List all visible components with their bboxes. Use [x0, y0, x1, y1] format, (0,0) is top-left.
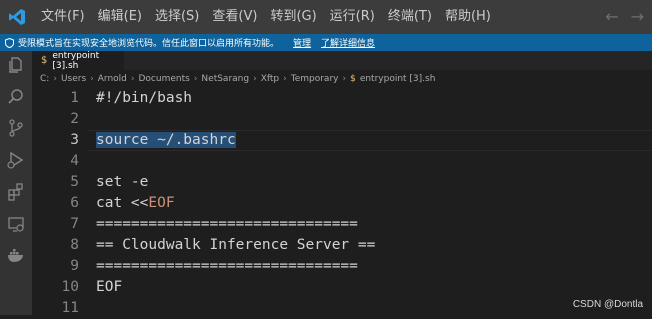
vscode-logo-icon	[0, 0, 34, 34]
run-debug-icon[interactable]	[6, 150, 26, 170]
restricted-mode-banner: 受限模式旨在实现安全地浏览代码。信任此窗口以启用所有功能。 管理 了解详细信息	[0, 34, 652, 51]
forward-arrow-icon[interactable]: →	[631, 0, 644, 34]
menu-edit[interactable]: 编辑(E)	[91, 0, 148, 34]
banner-message: 受限模式旨在实现安全地浏览代码。信任此窗口以启用所有功能。	[18, 39, 280, 49]
code-line: 10 EOF	[32, 277, 652, 298]
menu-go[interactable]: 转到(G)	[263, 0, 322, 34]
chevron-right-icon: ›	[342, 74, 347, 84]
code-line: 7 ==============================	[32, 214, 652, 235]
code-line: 4	[32, 151, 652, 172]
line-number: 10	[61, 279, 79, 295]
line-number: 1	[70, 90, 79, 106]
menu-terminal[interactable]: 终端(T)	[381, 0, 438, 34]
line-text: cat <<EOF	[96, 193, 175, 214]
source-control-icon[interactable]	[6, 118, 26, 138]
shell-file-icon: $	[350, 74, 356, 84]
code-token: cat <<	[96, 195, 149, 211]
menu-view[interactable]: 查看(V)	[205, 0, 263, 34]
shell-file-icon: $	[41, 55, 48, 66]
line-number: 8	[70, 237, 79, 253]
search-icon[interactable]	[6, 87, 26, 107]
manage-link[interactable]: 管理	[293, 36, 311, 49]
line-text: set -e	[96, 174, 149, 190]
code-editor[interactable]: 1 #!/bin/bash 2 3 source ~/.bashrc 4 5 s…	[32, 88, 652, 316]
line-number: 6	[70, 195, 79, 211]
remote-explorer-icon[interactable]	[6, 214, 26, 234]
menu-file[interactable]: 文件(F)	[34, 0, 91, 34]
line-number: 9	[70, 258, 79, 274]
menu-help[interactable]: 帮助(H)	[438, 0, 497, 34]
menu-selection[interactable]: 选择(S)	[148, 0, 205, 34]
back-arrow-icon[interactable]: ←	[605, 0, 618, 34]
heredoc-delimiter: EOF	[148, 195, 175, 211]
code-line: 2	[32, 109, 652, 130]
breadcrumb-item[interactable]: NetSarang	[201, 74, 249, 84]
line-text: #!/bin/bash	[96, 90, 193, 106]
line-text: ==============================	[96, 258, 358, 274]
breadcrumb-item[interactable]: Xftp	[261, 74, 279, 84]
extensions-icon[interactable]	[6, 182, 26, 202]
chevron-right-icon: ›	[130, 74, 135, 84]
code-line: 3 source ~/.bashrc	[32, 130, 652, 151]
breadcrumb-item[interactable]: entrypoint [3].sh	[360, 74, 436, 84]
code-line: 1 #!/bin/bash	[32, 88, 652, 109]
tab-label: entrypoint [3].sh	[52, 50, 100, 71]
line-number: 7	[70, 216, 79, 232]
line-number: 2	[70, 111, 79, 127]
tab-entrypoint[interactable]: $ entrypoint [3].sh	[32, 50, 124, 71]
line-number: 3	[70, 132, 79, 148]
chevron-right-icon: ›	[53, 74, 57, 84]
docker-icon[interactable]	[6, 245, 26, 265]
chevron-right-icon: ›	[90, 74, 94, 84]
chevron-right-icon: ›	[253, 74, 257, 84]
menu-run[interactable]: 运行(R)	[323, 0, 381, 34]
code-line: 8 == Cloudwalk Inference Server ==	[32, 235, 652, 256]
line-text: ==============================	[96, 216, 358, 232]
menu-bar: 文件(F) 编辑(E) 选择(S) 查看(V) 转到(G) 运行(R) 终端(T…	[34, 0, 497, 34]
activity-bar	[0, 51, 32, 315]
breadcrumb-item[interactable]: C:	[40, 74, 49, 84]
navigation-arrows: ← →	[605, 0, 644, 34]
title-bar: 文件(F) 编辑(E) 选择(S) 查看(V) 转到(G) 运行(R) 终端(T…	[0, 0, 652, 34]
watermark: CSDN @Dontla	[572, 299, 643, 310]
breadcrumb: C: › Users › Arnold › Documents › NetSar…	[32, 70, 652, 88]
line-text: EOF	[96, 279, 123, 295]
breadcrumb-item[interactable]: Arnold	[98, 74, 127, 84]
line-number: 5	[70, 174, 79, 190]
breadcrumb-item[interactable]: Temporary	[291, 74, 339, 84]
tab-bar: $ entrypoint [3].sh	[32, 50, 652, 71]
line-text: source ~/.bashrc	[96, 130, 236, 151]
breadcrumb-item[interactable]: Documents	[138, 74, 189, 84]
selected-text: source ~/.bashrc	[96, 132, 236, 148]
breadcrumb-item[interactable]: Users	[61, 74, 86, 84]
code-line: 5 set -e	[32, 172, 652, 193]
line-number: 4	[70, 153, 79, 169]
chevron-right-icon: ›	[283, 74, 287, 84]
code-line: 9 ==============================	[32, 256, 652, 277]
line-number: 11	[61, 300, 79, 316]
learn-more-link[interactable]: 了解详细信息	[321, 36, 375, 49]
shield-icon	[0, 37, 18, 48]
line-text: == Cloudwalk Inference Server ==	[96, 237, 376, 253]
code-line: 6 cat <<EOF	[32, 193, 652, 214]
chevron-right-icon: ›	[193, 74, 198, 84]
explorer-icon[interactable]	[6, 55, 26, 75]
code-line: 11	[32, 298, 652, 319]
